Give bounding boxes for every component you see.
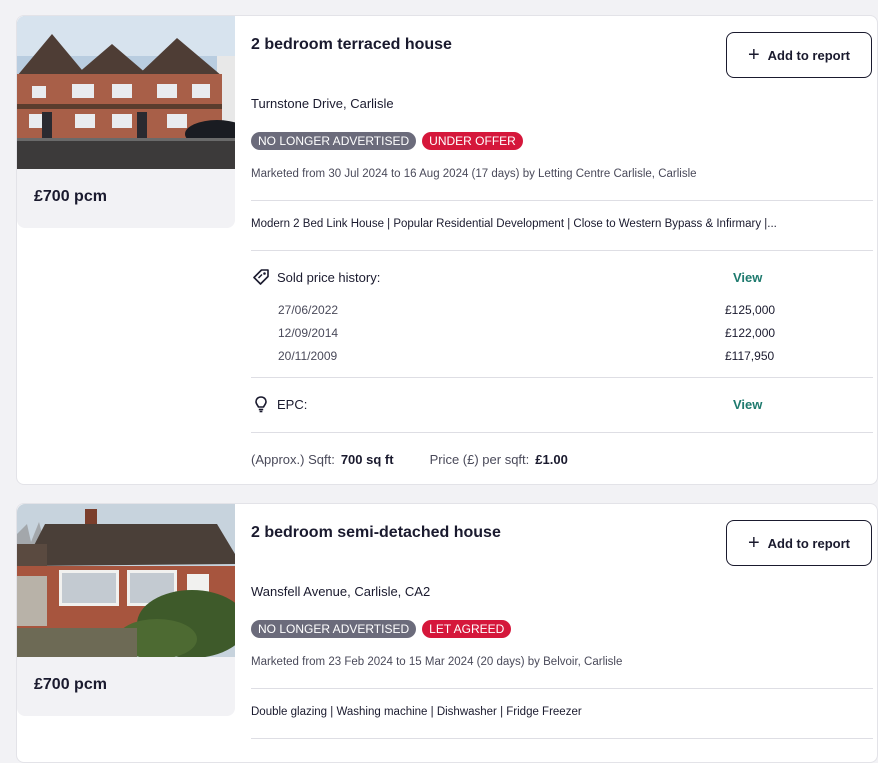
epc-view-link[interactable]: View bbox=[733, 397, 762, 412]
marketed-info: Marketed from 30 Jul 2024 to 16 Aug 2024… bbox=[251, 168, 697, 180]
listing-thumbnail-panel: £700 pcm bbox=[17, 16, 235, 228]
sold-price: £125,000 bbox=[725, 303, 776, 317]
listing-card[interactable]: £700 pcm 2 bedroom semi-detached house +… bbox=[16, 503, 878, 763]
listing-title[interactable]: 2 bedroom terraced house bbox=[251, 36, 452, 54]
sold-price-history-label: Sold price history: bbox=[277, 269, 381, 285]
sold-price: £122,000 bbox=[725, 326, 776, 340]
epc-row: EPC: bbox=[251, 394, 873, 414]
sold-date: 20/11/2009 bbox=[278, 349, 338, 363]
property-photo[interactable] bbox=[17, 16, 235, 169]
divider bbox=[251, 738, 873, 739]
status-badge: NO LONGER ADVERTISED bbox=[251, 620, 417, 638]
listing-description: Double glazing | Washing machine | Dishw… bbox=[251, 706, 582, 718]
offer-badge: UNDER OFFER bbox=[422, 132, 523, 150]
listing-title[interactable]: 2 bedroom semi-detached house bbox=[251, 524, 501, 542]
sqft-row: (Approx.) Sqft: 700 sq ft Price (£) per sq… bbox=[251, 452, 568, 467]
sqft-label: (Approx.) Sqft: bbox=[251, 452, 335, 467]
sold-price: £117,950 bbox=[725, 349, 775, 363]
divider bbox=[251, 377, 873, 378]
sold-date: 12/09/2014 bbox=[278, 326, 339, 340]
sold-price-history-row: Sold price history: bbox=[251, 267, 873, 287]
divider bbox=[251, 250, 873, 251]
listing-price: £700 pcm bbox=[34, 676, 107, 693]
property-photo[interactable] bbox=[17, 504, 235, 657]
marketed-info: Marketed from 23 Feb 2024 to 15 Mar 2024… bbox=[251, 656, 623, 668]
divider bbox=[251, 200, 873, 201]
add-to-report-button[interactable]: + Add to report bbox=[726, 32, 872, 78]
listing-card[interactable]: £700 pcm 2 bedroom terraced house + Add … bbox=[16, 15, 878, 485]
listing-price: £700 pcm bbox=[34, 188, 107, 205]
listing-description: Modern 2 Bed Link House | Popular Reside… bbox=[251, 218, 777, 230]
price-per-sqft-label: Price (£) per sqft: bbox=[429, 452, 530, 467]
plus-icon: + bbox=[747, 44, 760, 66]
listing-address: Wansfell Avenue, Carlisle, CA2 bbox=[251, 584, 431, 599]
lightbulb-icon bbox=[251, 394, 271, 414]
epc-label: EPC: bbox=[277, 396, 308, 412]
sold-date: 27/06/2022 bbox=[278, 303, 339, 317]
price-per-sqft-value: £1.00 bbox=[535, 452, 568, 467]
divider bbox=[251, 432, 873, 433]
add-to-report-button[interactable]: + Add to report bbox=[726, 520, 872, 566]
sqft-value: 700 sq ft bbox=[340, 452, 394, 467]
let-status-badge: LET AGREED bbox=[422, 620, 512, 638]
listing-address: Turnstone Drive, Carlisle bbox=[251, 96, 394, 111]
status-badge: NO LONGER ADVERTISED bbox=[251, 132, 417, 150]
add-to-report-label: Add to report bbox=[767, 535, 850, 551]
sold-history-view-link[interactable]: View bbox=[733, 270, 762, 285]
listing-thumbnail-panel: £700 pcm bbox=[17, 504, 235, 716]
price-tag-icon bbox=[251, 267, 271, 287]
status-badges: NO LONGER ADVERTISED LET AGREED bbox=[251, 620, 512, 638]
plus-icon: + bbox=[747, 532, 760, 554]
divider bbox=[251, 688, 873, 689]
add-to-report-label: Add to report bbox=[767, 47, 850, 63]
status-badges: NO LONGER ADVERTISED UNDER OFFER bbox=[251, 132, 523, 150]
